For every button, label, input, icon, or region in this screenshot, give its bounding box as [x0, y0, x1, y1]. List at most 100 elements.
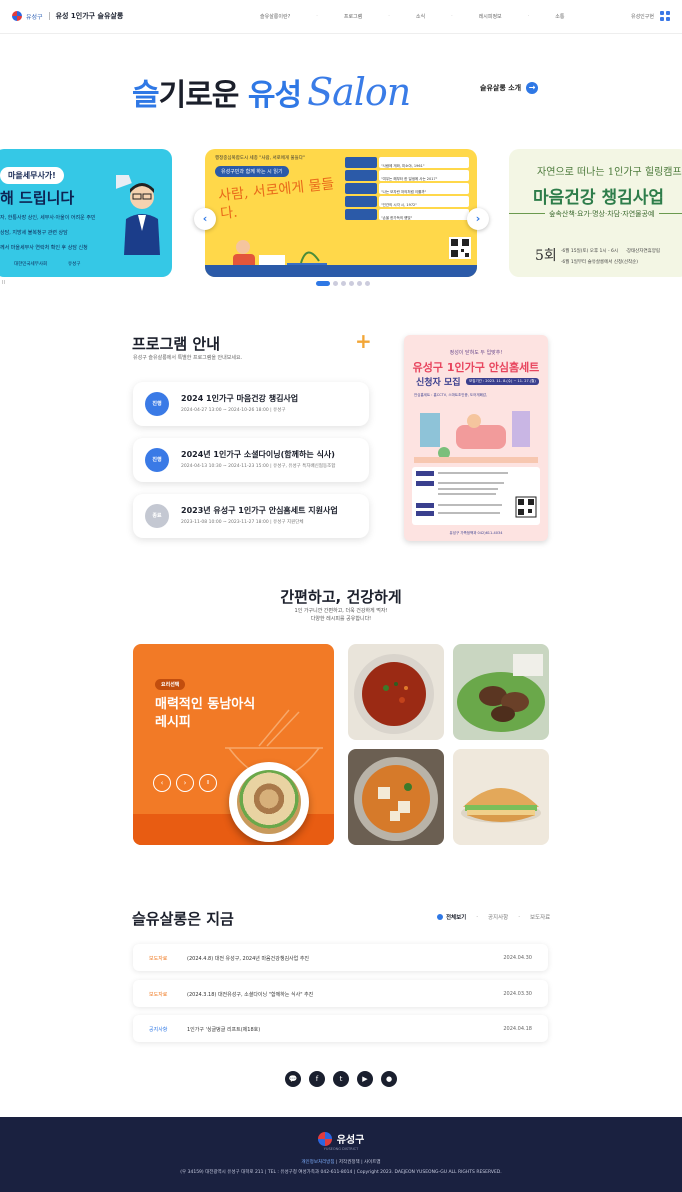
news-category: 공지사항 — [149, 1027, 168, 1033]
footer-link-privacy[interactable]: 개인정보처리방침 — [301, 1160, 334, 1165]
intro-link[interactable]: 슬유살롱 소개 → — [480, 82, 539, 94]
carousel-pagination — [316, 281, 370, 286]
carousel-dot[interactable] — [365, 281, 370, 286]
footer-links: 개인정보처리방침 | 저작권정책 | 사이트맵 — [0, 1159, 682, 1165]
nav-item-about[interactable]: 슬유살롱이란? — [260, 13, 290, 20]
youtube-icon[interactable]: ▶ — [357, 1071, 373, 1087]
tab-separator: · — [518, 914, 520, 920]
twitter-icon[interactable]: t — [333, 1071, 349, 1087]
status-badge: 진행 — [145, 448, 169, 472]
banner-tax-consult[interactable]: 마을세무사가! 해 드립니다 자, 한통사장 상인, 세무사·아울이 어려운 주… — [0, 149, 172, 277]
news-row[interactable]: 공지사항 1인가구 '싱글벙글 리프트(제18호) 2024.04.18 — [133, 1015, 548, 1042]
banner-left-footer-right: 유성구 — [68, 262, 81, 267]
nav-separator: · — [451, 13, 453, 19]
recipe-prev-button[interactable]: ‹ — [153, 774, 171, 792]
hero-title-mid: 기로운 — [158, 78, 248, 113]
news-category: 보도자료 — [149, 992, 168, 998]
news-text: 1인가구 '싱글벙글 리프트(제18호) — [187, 1027, 261, 1033]
carousel-dot[interactable] — [341, 281, 346, 286]
news-date: 2024.03.30 — [503, 991, 532, 997]
recipe-title-line1: 매력적인 동남아식 — [155, 697, 256, 712]
health-section-subtitle: 1인 가구니깐 간편하고, 더욱 건강하게 먹자! 다양한 레시피를 공유합니다… — [0, 607, 682, 623]
nav-item-community[interactable]: 소통 — [555, 13, 564, 20]
tab-press[interactable]: 보도자료 — [530, 913, 550, 921]
news-tabs: 전체보기 · 공지사항 · 보도자료 — [437, 913, 550, 921]
nav-item-news[interactable]: 소식 — [416, 13, 425, 20]
qr-code-icon — [449, 237, 471, 259]
banner-healing-camp[interactable]: 자연으로 떠나는 1인가구 힐링캠프 마음건강 챙김사업 숲속산책·요가·명상·… — [509, 149, 682, 277]
program-item[interactable]: 진행 2024년 1인가구 소셜다이닝(함께하는 식사) 2024-04-13 … — [133, 438, 369, 482]
health-subtitle-line2: 다양한 레시피를 공유합니다! — [310, 616, 372, 622]
footer-link-copyright[interactable]: 저작권정책 — [339, 1160, 360, 1165]
banner-left-footer-left: 대한민국세무사회 — [14, 262, 48, 267]
banner-poetry[interactable]: 행정중심복합도시 세종 "사람, 서로에게 물들다" 유성구민과 함께 하는 시… — [205, 149, 477, 277]
yuseong-emblem-icon — [317, 1131, 332, 1146]
recipe-pause-button[interactable]: II — [199, 774, 217, 792]
nav-item-recipe[interactable]: 레시피정보 — [479, 13, 502, 20]
main-nav: 슬유살롱이란? · 프로그램 · 소식 · 레시피정보 · 소통 — [260, 13, 590, 20]
facebook-icon[interactable]: f — [309, 1071, 325, 1087]
tab-all[interactable]: 전체보기 — [437, 913, 466, 921]
health-section-title: 간편하고, 건강하게 — [280, 588, 402, 606]
status-badge: 종료 — [145, 504, 169, 528]
tab-notice[interactable]: 공지사항 — [488, 913, 508, 921]
menu-grid-icon[interactable] — [660, 11, 670, 21]
instagram-icon[interactable]: ● — [381, 1071, 397, 1087]
carousel-dot[interactable] — [333, 281, 338, 286]
footer-link-sitemap[interactable]: 사이트맵 — [364, 1160, 381, 1165]
carousel-dot[interactable] — [357, 281, 362, 286]
site-title: 유성 1인가구 슬유살롱 — [55, 12, 124, 20]
footer-logo-sub: YUSEONG DISTRICT — [323, 1147, 359, 1151]
nav-item-program[interactable]: 프로그램 — [344, 13, 362, 20]
schedule-row: "인간의 시각 시, 1972" — [381, 203, 417, 207]
arrow-right-icon: → — [526, 82, 539, 94]
recipe-title-line2: 레시피 — [155, 715, 191, 730]
carousel-dot[interactable] — [349, 281, 354, 286]
recipe-photo-beef[interactable] — [453, 644, 549, 740]
carousel-dot-active[interactable] — [316, 281, 330, 286]
program-more-plus-icon[interactable]: + — [355, 331, 372, 351]
poster-period: 모집기간 : 2023. 11. 8.(수) ~ 11. 27.(월) — [466, 378, 539, 385]
site-footer: 유성구 YUSEONG DISTRICT 개인정보처리방침 | 저작권정책 | … — [0, 1117, 682, 1192]
header-right: 유성인구현 — [631, 11, 670, 21]
recipe-feature-card[interactable]: 요리선택 매력적인 동남아식 레시피 ‹ › II — [133, 644, 334, 845]
program-section-title: 프로그램 안내 — [132, 335, 221, 353]
nav-separator: · — [316, 13, 318, 19]
program-item[interactable]: 진행 2024 1인가구 마음건강 챙김사업 2024-04-27 13:00 … — [133, 382, 369, 426]
hero-title-seul: 슬 — [132, 78, 160, 113]
recipe-photo-sandwich[interactable] — [453, 749, 549, 845]
program-poster[interactable]: 정성이 닫혀도 두 입맞추! 유성구 1인가구 안심홈세트 신청자 모집 모집기… — [404, 335, 548, 541]
status-badge: 진행 — [145, 392, 169, 416]
header-right-link[interactable]: 유성인구현 — [631, 13, 654, 20]
recipe-tag: 요리선택 — [155, 679, 186, 690]
poster-footer: 유성구 가족정책과 042)611-4034 — [449, 531, 503, 535]
carousel-next-button[interactable]: › — [467, 208, 489, 230]
tab-separator: · — [476, 914, 478, 920]
news-category: 보도자료 — [149, 956, 168, 962]
poster-info-box — [412, 467, 540, 525]
pho-bowl-image — [229, 762, 309, 842]
program-item-detail: 2024-04-27 13:00 ~ 2024-10-26 18:00 | 유성… — [181, 408, 286, 413]
banner-left-line: 자, 한통사장 상인, 세무사·아울이 어려운 주민 — [0, 215, 96, 221]
active-dot-icon — [437, 914, 443, 920]
kakaotalk-icon[interactable]: 💬 — [285, 1071, 301, 1087]
recipe-next-button[interactable]: › — [176, 774, 194, 792]
program-item-title: 2023년 유성구 1인가구 안심홈세트 지원사업 — [181, 506, 338, 515]
carousel-prev-button[interactable]: ‹ — [194, 208, 216, 230]
hero-title: 슬기로운 유성 Salon — [132, 70, 411, 114]
poster-title1: 유성구 1인가구 안심홈세트 — [412, 361, 540, 374]
recipe-photo-sauce[interactable] — [348, 644, 444, 740]
news-section-title: 슬유살롱은 지금 — [132, 910, 234, 928]
carousel-pause-icon[interactable]: II — [2, 280, 5, 286]
poster-title2: 신청자 모집 — [416, 378, 461, 388]
tab-all-label: 전체보기 — [446, 915, 467, 921]
program-item-title: 2024 1인가구 마음건강 챙김사업 — [181, 394, 299, 403]
site-header: 유성구 유성 1인가구 슬유살롱 슬유살롱이란? · 프로그램 · 소식 · 레… — [0, 0, 682, 34]
intro-link-label: 슬유살롱 소개 — [480, 84, 522, 92]
news-row[interactable]: 보도자료 (2024.4.8) 대전 유성구, 2024년 마음건강챙김사업 추… — [133, 944, 548, 971]
site-logo[interactable]: 유성구 유성 1인가구 슬유살롱 — [12, 11, 123, 21]
news-row[interactable]: 보도자료 (2024.3.18) 대전유성구, 소셜다이닝 "함께하는 식사" … — [133, 980, 548, 1007]
poster-items: 안심홈세트 : 홈CCTV, 스마트초인종, 도어게폐감, — [414, 393, 488, 397]
recipe-photo-stew[interactable] — [348, 749, 444, 845]
program-item[interactable]: 종료 2023년 유성구 1인가구 안심홈세트 지원사업 2023-11-08 … — [133, 494, 369, 538]
